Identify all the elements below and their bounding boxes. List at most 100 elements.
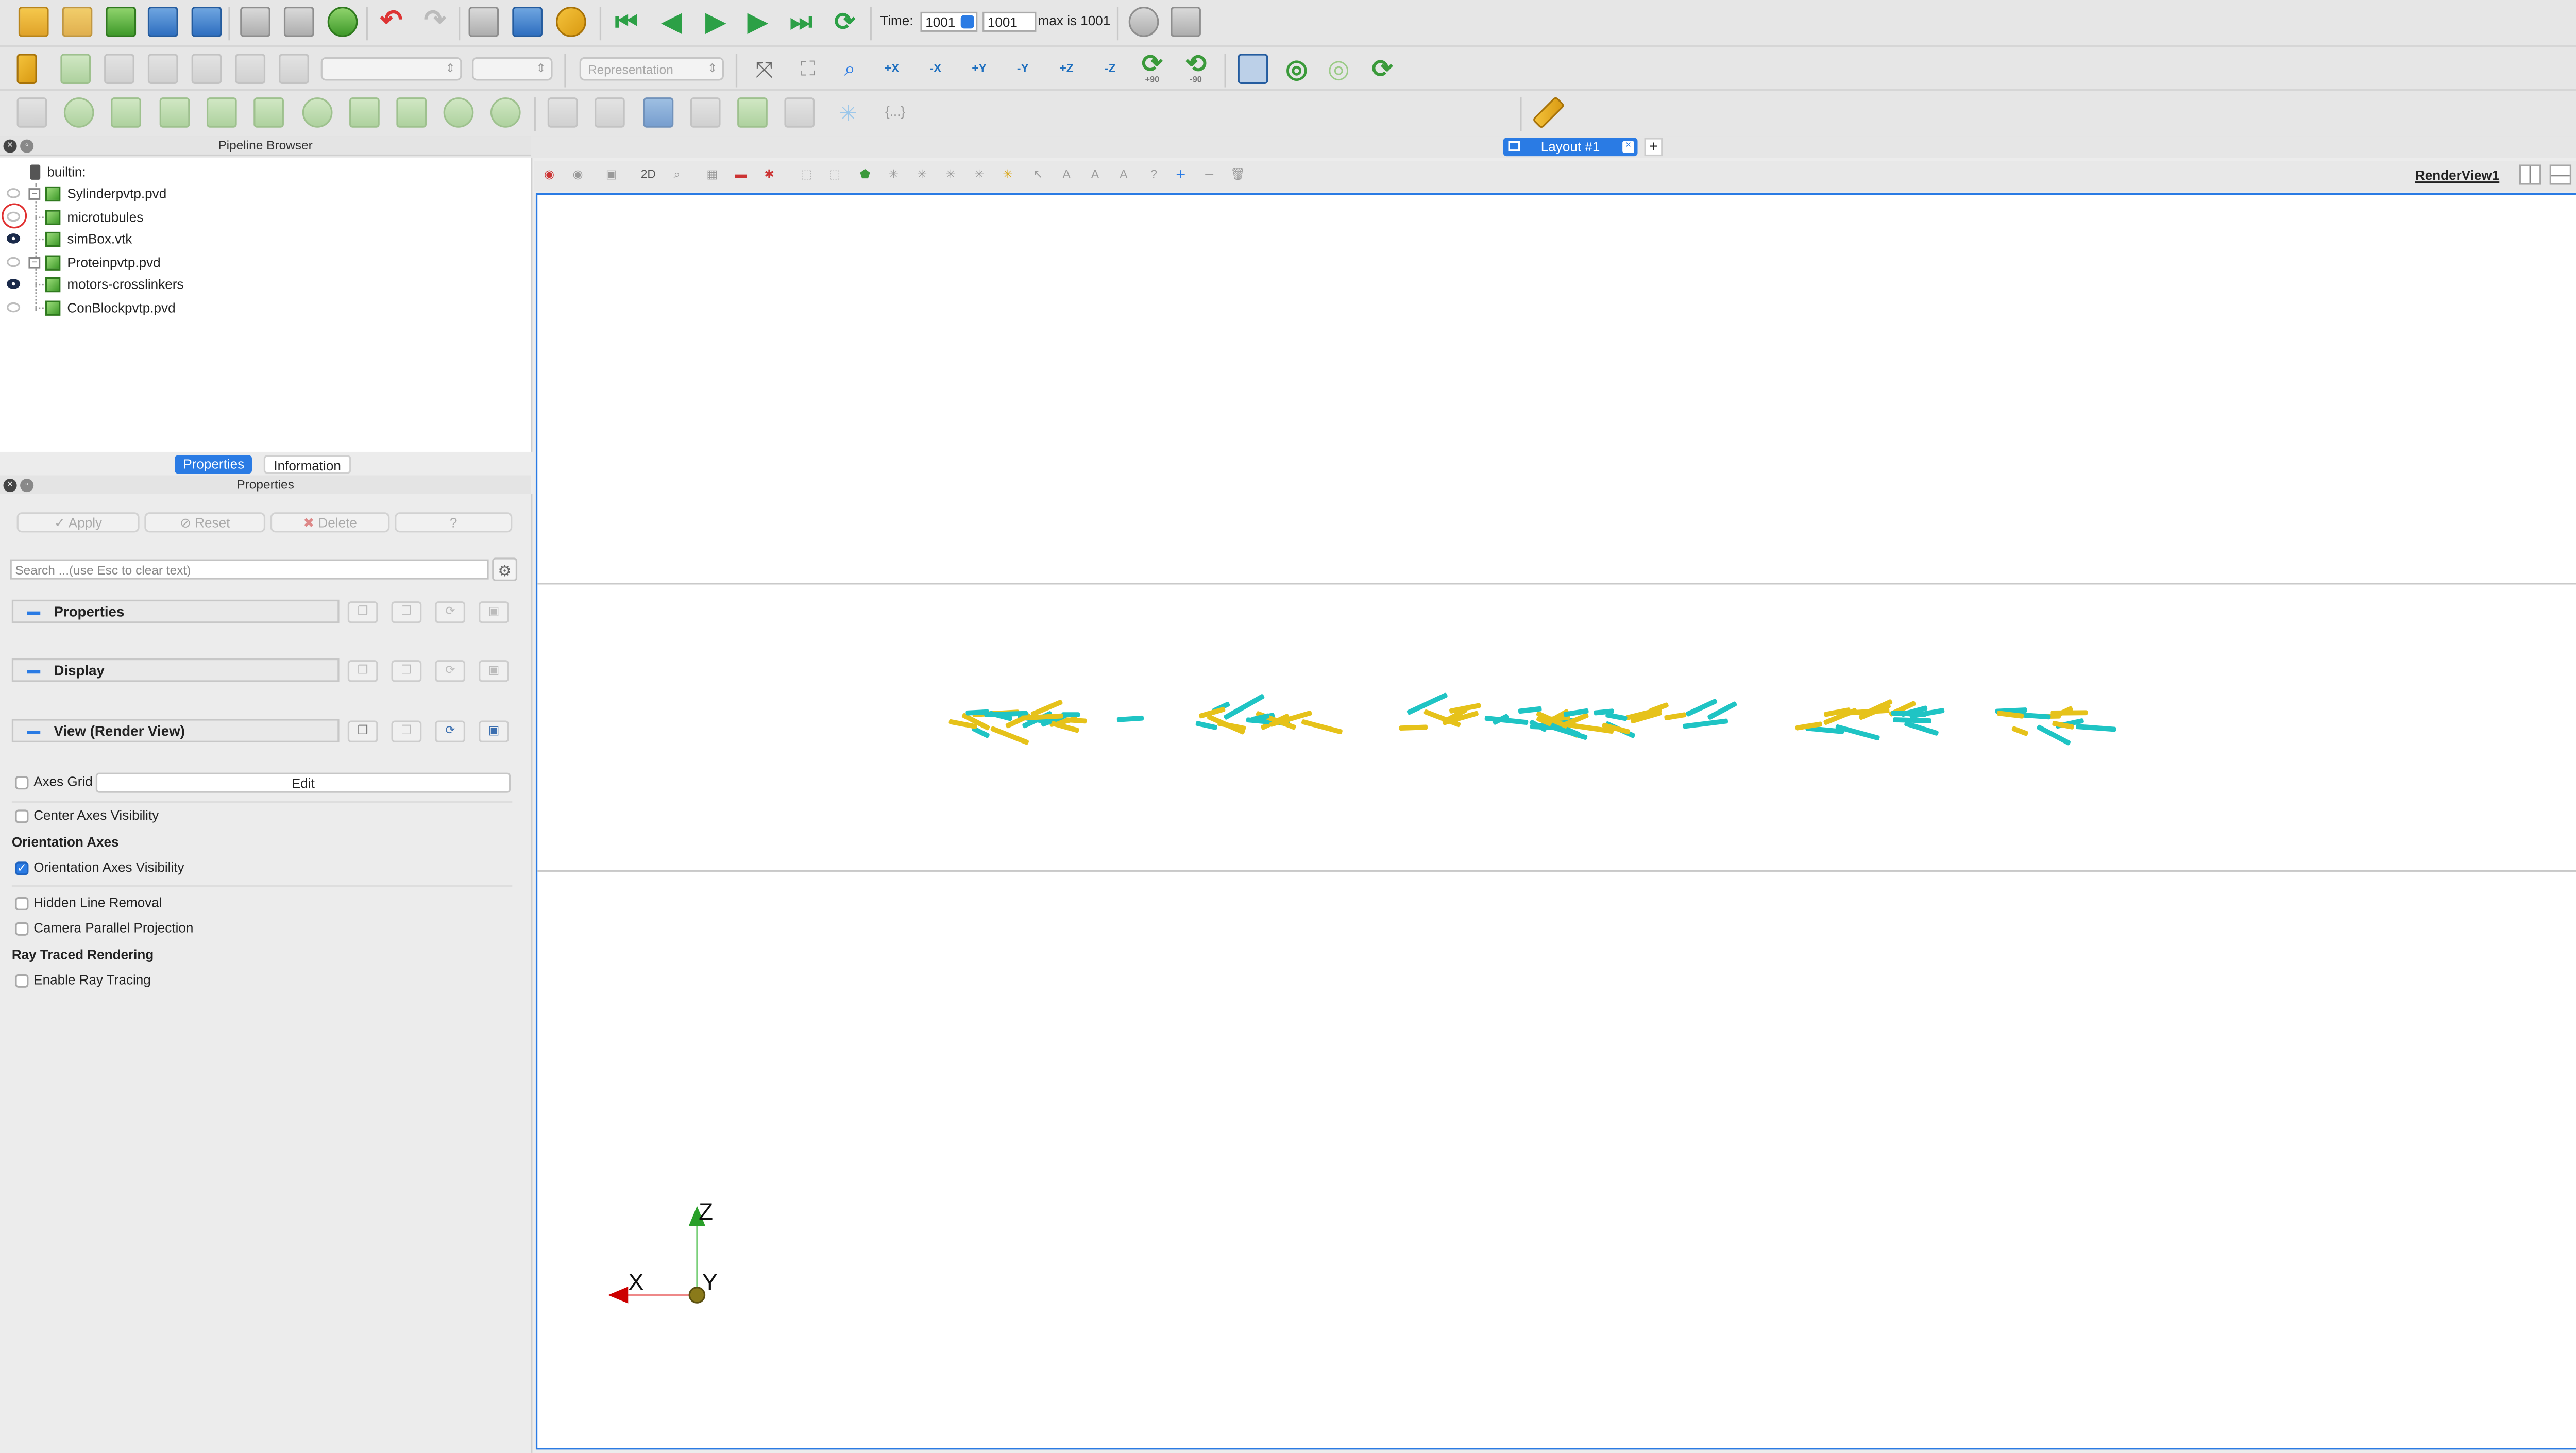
reset-button[interactable]: ⊘ Reset bbox=[144, 512, 266, 533]
capture-disabled-icon[interactable]: ◉ bbox=[569, 168, 586, 185]
reset-center-icon[interactable]: ◎ bbox=[1324, 54, 1354, 84]
orientation-axes-visibility-checkbox[interactable]: ✓ bbox=[15, 861, 29, 875]
section-properties[interactable]: Properties bbox=[11, 599, 340, 623]
interactive-select-icon[interactable]: ✱ bbox=[761, 168, 778, 185]
axes-grid-checkbox[interactable] bbox=[15, 776, 29, 790]
time-value-field[interactable]: 1001 bbox=[920, 11, 978, 32]
pipeline-item-sylinderpvtp[interactable]: − Sylinderpvtp.pvd bbox=[0, 183, 531, 205]
axes-grid-edit-button[interactable]: Edit bbox=[95, 772, 511, 793]
rescale-over-time-icon[interactable] bbox=[279, 54, 309, 84]
visibility-eye-icon[interactable] bbox=[7, 279, 21, 289]
snowflake-icon[interactable]: ✳ bbox=[833, 97, 863, 128]
add-layout-button[interactable]: + bbox=[1644, 138, 1663, 157]
find-data-icon[interactable] bbox=[1128, 7, 1159, 37]
macro-icon[interactable] bbox=[240, 7, 270, 37]
visibility-eye-icon[interactable] bbox=[7, 233, 21, 244]
previous-frame-icon[interactable]: ◀ bbox=[657, 7, 687, 37]
visibility-eye-icon[interactable] bbox=[7, 188, 21, 198]
paste-icon[interactable]: ❐ bbox=[391, 660, 422, 682]
tab-layout-1[interactable]: Layout #1 × bbox=[1503, 138, 1638, 157]
plot-over-time-icon[interactable] bbox=[690, 97, 721, 128]
select-polygon-icon[interactable]: ⬟ bbox=[857, 168, 874, 185]
clear-selection-icon[interactable]: 🗑 bbox=[1229, 168, 1246, 185]
search-input[interactable]: Search ...(use Esc to clear text) bbox=[10, 559, 489, 580]
screenshot-icon[interactable]: ▣ bbox=[603, 168, 620, 185]
rotate-plus-90-button[interactable]: ⟳ +90 bbox=[1137, 52, 1167, 85]
hidden-line-removal-checkbox[interactable] bbox=[15, 897, 29, 910]
last-frame-icon[interactable]: ⏭ bbox=[786, 7, 817, 37]
tab-properties[interactable]: Properties bbox=[175, 455, 253, 474]
select-points-icon[interactable]: ▬ bbox=[732, 168, 749, 185]
slice-icon[interactable] bbox=[159, 97, 190, 128]
query-icon[interactable]: A bbox=[1115, 168, 1132, 185]
pipeline-item-conblockpvtp[interactable]: ConBlockpvtp.pvd bbox=[0, 297, 531, 319]
restore-icon[interactable]: ⟳ bbox=[435, 660, 466, 682]
collapse-icon[interactable]: − bbox=[28, 188, 41, 200]
pipeline-item-simbox[interactable]: simBox.vtk bbox=[0, 228, 531, 250]
next-frame-icon[interactable]: ▶ bbox=[742, 7, 773, 37]
disconnect-icon[interactable] bbox=[191, 7, 222, 37]
group-datasets-icon[interactable] bbox=[443, 97, 474, 128]
pipeline-item-proteinpvtp[interactable]: − Proteinpvtp.pvd bbox=[0, 252, 531, 274]
rescale-custom-icon[interactable] bbox=[147, 54, 178, 84]
probe-icon[interactable] bbox=[784, 97, 815, 128]
view-plus-z-button[interactable]: +Z bbox=[1052, 54, 1082, 84]
shrink-selection-icon[interactable]: ✳ bbox=[942, 168, 959, 185]
section-display[interactable]: Display bbox=[11, 658, 340, 682]
save-icon[interactable]: ▣ bbox=[479, 720, 509, 742]
select-block-icon[interactable]: ⬚ bbox=[826, 168, 843, 185]
plot-over-line-icon[interactable] bbox=[737, 97, 768, 128]
select-frustum-icon[interactable]: ⬚ bbox=[798, 168, 815, 185]
copy-icon[interactable]: ❐ bbox=[347, 720, 378, 742]
split-vertical-icon[interactable] bbox=[2549, 164, 2572, 185]
view-plus-y-button[interactable]: +Y bbox=[964, 54, 994, 84]
camera-redo-icon[interactable] bbox=[512, 7, 543, 37]
view-minus-y-button[interactable]: -Y bbox=[1008, 54, 1038, 84]
zoom-icon[interactable]: ⌕ bbox=[668, 168, 685, 185]
add-selection-icon[interactable]: + bbox=[1172, 167, 1189, 185]
copy-icon[interactable]: ❐ bbox=[347, 601, 378, 623]
delete-button[interactable]: ✖ Delete bbox=[270, 512, 390, 533]
plot-data-icon[interactable] bbox=[547, 97, 578, 128]
save-icon[interactable]: ▣ bbox=[479, 660, 509, 682]
float-icon[interactable]: ◦ bbox=[20, 478, 34, 492]
view-minus-z-button[interactable]: -Z bbox=[1095, 54, 1126, 84]
hover-cells-icon[interactable]: ↖ bbox=[1029, 168, 1046, 185]
reset-range-icon[interactable] bbox=[104, 54, 134, 84]
histogram-icon[interactable] bbox=[643, 97, 674, 128]
render-view-name[interactable]: RenderView1 bbox=[2415, 168, 2499, 183]
save-icon[interactable]: ▣ bbox=[479, 601, 509, 623]
select-cells-icon[interactable]: ▦ bbox=[704, 168, 721, 185]
save-data-icon[interactable] bbox=[106, 7, 137, 37]
close-icon[interactable]: × bbox=[1622, 141, 1634, 153]
center-axes-visibility-checkbox[interactable] bbox=[15, 809, 29, 823]
interaction-mode-icon[interactable] bbox=[1238, 54, 1268, 84]
visibility-eye-icon[interactable] bbox=[7, 257, 21, 267]
close-icon[interactable]: × bbox=[3, 478, 17, 492]
restore-icon[interactable]: ⟳ bbox=[435, 720, 466, 742]
threshold-icon[interactable] bbox=[206, 97, 237, 128]
grow-selection-icon[interactable]: ✳ bbox=[913, 168, 930, 185]
pipeline-item-microtubules[interactable]: microtubules bbox=[0, 207, 531, 228]
calculator-icon[interactable] bbox=[16, 97, 47, 128]
time-index-spinbox[interactable]: 1001 bbox=[982, 11, 1037, 32]
open-file-icon[interactable] bbox=[18, 7, 49, 37]
interactive-points-icon[interactable]: ✳ bbox=[885, 168, 902, 185]
representation-select[interactable]: Representation bbox=[579, 57, 724, 82]
palette-icon[interactable] bbox=[556, 7, 586, 37]
view-plus-x-button[interactable]: +X bbox=[877, 54, 907, 84]
apply-button[interactable]: ✓ Apply bbox=[16, 512, 140, 533]
extract-level-icon[interactable] bbox=[490, 97, 521, 128]
first-frame-icon[interactable]: ⏮ bbox=[612, 7, 642, 37]
section-view[interactable]: View (Render View) bbox=[11, 719, 340, 742]
reset-camera-icon[interactable]: ⤧ bbox=[749, 54, 779, 84]
color-by-select[interactable] bbox=[320, 57, 462, 82]
enable-ray-tracing-checkbox[interactable] bbox=[15, 974, 29, 988]
help-query-icon[interactable]: ? bbox=[1145, 168, 1162, 185]
toggle-2d-button[interactable]: 2D bbox=[637, 168, 660, 185]
split-horizontal-icon[interactable] bbox=[2519, 164, 2541, 185]
pipeline-root[interactable]: builtin: bbox=[0, 161, 531, 183]
edit-colormap-icon[interactable] bbox=[60, 54, 91, 84]
gear-icon[interactable]: ⚙ bbox=[492, 557, 518, 581]
paste-icon[interactable]: ❐ bbox=[391, 720, 422, 742]
